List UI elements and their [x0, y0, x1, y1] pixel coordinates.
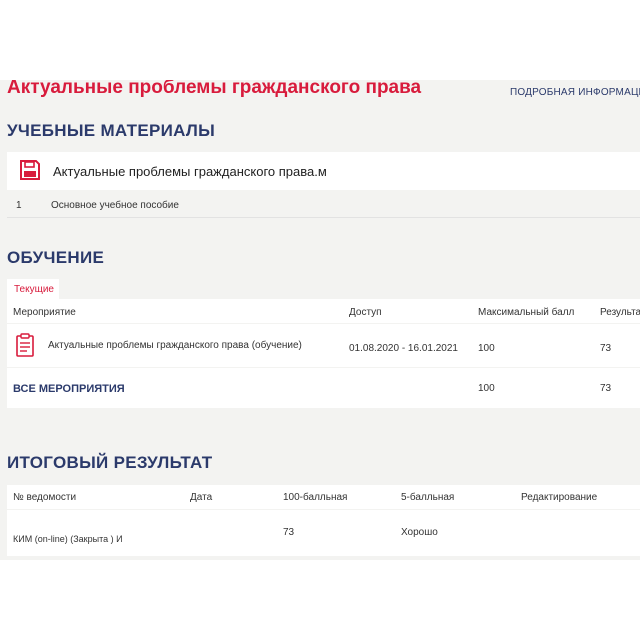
total-max-score: 100 [478, 383, 495, 394]
col-statement: № ведомости [13, 492, 77, 503]
divider [7, 217, 640, 218]
col-date: Дата [190, 492, 213, 503]
learning-table-header: Мероприятие Доступ Максимальный балл Рез… [7, 299, 640, 323]
clipboard-icon [16, 333, 34, 362]
total-result: 73 [600, 383, 612, 394]
tab-current[interactable]: Текущие [7, 279, 59, 299]
col-access: Доступ [349, 307, 382, 318]
table-row: КИМ (on-line) (Закрыта ) И 73 Хорошо [7, 510, 640, 556]
col-edit: Редактирование [521, 492, 598, 503]
activity-max-score: 100 [478, 343, 495, 354]
final-table-header: № ведомости Дата 100-балльная 5-балльная… [7, 485, 640, 509]
materials-heading: УЧЕБНЫЕ МАТЕРИАЛЫ [7, 121, 216, 140]
learning-heading: ОБУЧЕНИЕ [7, 248, 105, 267]
score-100: 73 [283, 527, 295, 538]
col-result: Результат [600, 307, 640, 318]
material-file-card[interactable]: Актуальные проблемы гражданского права.м [7, 152, 640, 190]
col-activity: Мероприятие [13, 307, 76, 318]
material-file-title[interactable]: Актуальные проблемы гражданского права.м [53, 164, 327, 179]
course-title: Актуальные проблемы гражданского права [7, 80, 422, 98]
course-page: Актуальные проблемы гражданского права П… [0, 80, 640, 560]
total-row: ВСЕ МЕРОПРИЯТИЯ 100 73 [7, 368, 640, 408]
activity-result: 73 [600, 343, 612, 354]
tab-current-label: Текущие [14, 284, 54, 295]
table-row[interactable]: Актуальные проблемы гражданского права (… [7, 324, 640, 367]
score-5: Хорошо [401, 527, 438, 538]
activity-name[interactable]: Актуальные проблемы гражданского права (… [48, 340, 302, 351]
floppy-disk-icon [19, 159, 41, 186]
statement-name: КИМ (on-line) (Закрыта ) И [13, 534, 123, 544]
activity-access: 01.08.2020 - 16.01.2021 [349, 343, 458, 354]
col-max-score: Максимальный балл [478, 307, 575, 318]
total-label[interactable]: ВСЕ МЕРОПРИЯТИЯ [13, 383, 125, 395]
final-heading: ИТОГОВЫЙ РЕЗУЛЬТАТ [7, 453, 213, 472]
more-info-link[interactable]: ПОДРОБНАЯ ИНФОРМАЦИЯ [510, 87, 640, 98]
material-item-number: 1 [16, 200, 22, 211]
col-score-100: 100-балльная [283, 492, 348, 503]
col-score-5: 5-балльная [401, 492, 455, 503]
material-item-link[interactable]: Основное учебное пособие [51, 200, 179, 211]
